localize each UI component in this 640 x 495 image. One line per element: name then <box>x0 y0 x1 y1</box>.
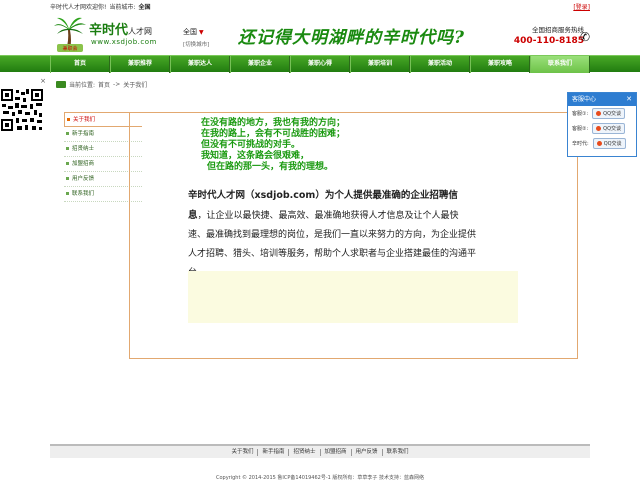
site-logo[interactable]: 兼职会 辛时代人才网 www.xsdjob.com <box>53 16 183 52</box>
welcome-text: 辛时代人才网欢迎你! <box>50 3 107 11</box>
hotline-number: 400-110-8185 <box>513 36 584 46</box>
nav-item[interactable]: 兼职心得 <box>290 56 350 73</box>
logo-badge-text: 兼职会 <box>62 45 77 52</box>
logo-url: www.xsdjob.com <box>91 38 157 46</box>
intro-lead: 辛时代人才网（xsdjob.com）为个人提供最准确的企业招聘信 <box>188 190 458 201</box>
region-name: 全国 <box>183 28 197 36</box>
dropdown-arrow-icon: ▼ <box>199 29 204 36</box>
nav-item[interactable]: 兼职达人 <box>170 56 230 73</box>
qq-chat-button[interactable]: QQ交谈 <box>592 138 626 149</box>
header-slogan: 还记得大明湖畔的辛时代吗? <box>238 28 465 48</box>
qq-icon <box>596 126 602 131</box>
highlight-panel <box>188 271 518 323</box>
about-content: 在没有路的地方，我也有我的方向； 在我的路上，会有不可战胜的困难； 但没有不可挑战的… <box>129 112 578 359</box>
footer-link[interactable]: 加盟招商 <box>321 448 352 456</box>
qq-chat-button[interactable]: QQ交谈 <box>592 108 626 119</box>
footer-link[interactable]: 关于我们 <box>227 448 259 456</box>
chat-close-icon[interactable]: ✕ <box>626 93 632 106</box>
poem-line: 但在路的那一头，有我的理想。 <box>207 162 334 172</box>
qq-button-label: QQ交谈 <box>603 141 622 147</box>
intro-lead-end: 息 <box>188 210 198 221</box>
qq-icon <box>596 111 602 116</box>
customer-service-panel: 客服中心 ✕ 客服①: QQ交谈 客服②: QQ交谈 辛时代: QQ交谈 <box>567 92 637 157</box>
qq-chat-button[interactable]: QQ交谈 <box>592 123 626 134</box>
qr-close-icon[interactable]: × <box>40 77 46 85</box>
breadcrumb-separator: -> <box>113 80 121 88</box>
qq-icon <box>596 141 602 146</box>
qr-code-float: × <box>0 77 47 134</box>
home-icon <box>56 80 66 88</box>
logo-sub-text: 人才网 <box>128 27 153 36</box>
nav-item[interactable]: 兼职推荐 <box>110 56 170 73</box>
main-nav: 首页 兼职推荐 兼职达人 兼职企业 兼职心得 兼职培训 兼职活动 兼职攻略 联系我们 <box>0 55 640 73</box>
login-link[interactable]: [登录] <box>573 2 590 11</box>
chat-title: 客服中心 <box>572 96 597 103</box>
city-label: 当前城市: <box>109 3 136 11</box>
copyright: Copyright © 2014-2015 鲁ICP备14019462号-1 版… <box>215 475 425 481</box>
footer-link[interactable]: 新手指南 <box>258 448 290 456</box>
logo-title: 辛时代人才网 <box>89 19 152 38</box>
intro-body: ，让企业以最快捷、最高效、最准确地获得人才信息及让个人最快速、最准确找到最理想的… <box>188 211 477 278</box>
region-selector[interactable]: 全国 ▼ [切换城市] <box>183 27 209 48</box>
nav-list: 首页 兼职推荐 兼职达人 兼职企业 兼职心得 兼职培训 兼职活动 兼职攻略 联系我们 <box>50 56 590 73</box>
chat-agent-label: 客服①: <box>572 111 589 117</box>
motto-poem: 在没有路的地方，我也有我的方向； 在我的路上，会有不可战胜的困难； 但没有不可挑战的… <box>201 118 345 173</box>
breadcrumb-current: 关于我们 <box>123 81 148 89</box>
footer-link[interactable]: 联系我们 <box>383 449 413 456</box>
breadcrumb: 当前位置: 首页 -> 关于我们 <box>50 78 590 90</box>
nav-item[interactable]: 兼职企业 <box>230 56 290 73</box>
main-area: 关于我们 新手指南 招贤纳士 加盟招商 用户反馈 联系我们 在没有路的地方，我也有我的方向… <box>50 112 590 360</box>
hotline-block: 全国招商服务热线 400-110-8185 ✆ <box>513 24 590 46</box>
chat-row: 辛时代: QQ交谈 <box>568 136 636 151</box>
poem-line: 在我的路上，会有不可战胜的困难； <box>201 129 346 139</box>
logo-name-text: 辛时代 <box>89 23 129 38</box>
phone-icon: ✆ <box>579 30 590 44</box>
nav-item[interactable]: 首页 <box>50 56 110 73</box>
qq-button-label: QQ交谈 <box>603 126 622 132</box>
chat-agent-label: 客服②: <box>572 126 589 132</box>
top-bar: 辛时代人才网欢迎你! 当前城市: 全国 [登录] <box>50 0 590 12</box>
about-intro: 辛时代人才网（xsdjob.com）为个人提供最准确的企业招聘信息，让企业以最快… <box>188 186 476 283</box>
poem-line: 在没有路的地方，我也有我的方向； <box>201 118 346 128</box>
footer-links: 关于我们 新手指南 招贤纳士 加盟招商 用户反馈 联系我们 <box>50 444 590 458</box>
nav-item[interactable]: 兼职攻略 <box>470 56 530 73</box>
switch-city-link[interactable]: [切换城市] <box>183 40 209 48</box>
chat-header: 客服中心 ✕ <box>568 93 636 106</box>
chat-rows: 客服①: QQ交谈 客服②: QQ交谈 辛时代: QQ交谈 <box>568 106 636 151</box>
chat-agent-label: 辛时代: <box>572 141 589 147</box>
chat-row: 客服②: QQ交谈 <box>568 121 636 136</box>
hotline-label: 全国招商服务热线 <box>532 26 584 34</box>
current-city: 全国 <box>138 3 151 11</box>
palm-tree-icon: 兼职会 <box>54 17 86 52</box>
footer-link[interactable]: 招贤纳士 <box>289 448 321 456</box>
qq-button-label: QQ交谈 <box>603 111 622 117</box>
breadcrumb-label: 当前位置: <box>69 81 96 89</box>
qr-code-icon <box>0 88 44 132</box>
poem-line: 我知道，这条路会很艰难， <box>201 151 310 161</box>
chat-row: 客服①: QQ交谈 <box>568 106 636 121</box>
site-header: 兼职会 辛时代人才网 www.xsdjob.com 全国 ▼ [切换城市] 还记得… <box>50 14 590 54</box>
footer-link[interactable]: 用户反馈 <box>352 448 383 456</box>
nav-item[interactable]: 兼职活动 <box>410 56 470 73</box>
nav-item[interactable]: 联系我们 <box>530 56 590 73</box>
poem-line: 但没有不可挑战的对手。 <box>201 140 301 150</box>
nav-item[interactable]: 兼职培训 <box>350 56 410 73</box>
breadcrumb-home[interactable]: 首页 <box>98 80 110 89</box>
